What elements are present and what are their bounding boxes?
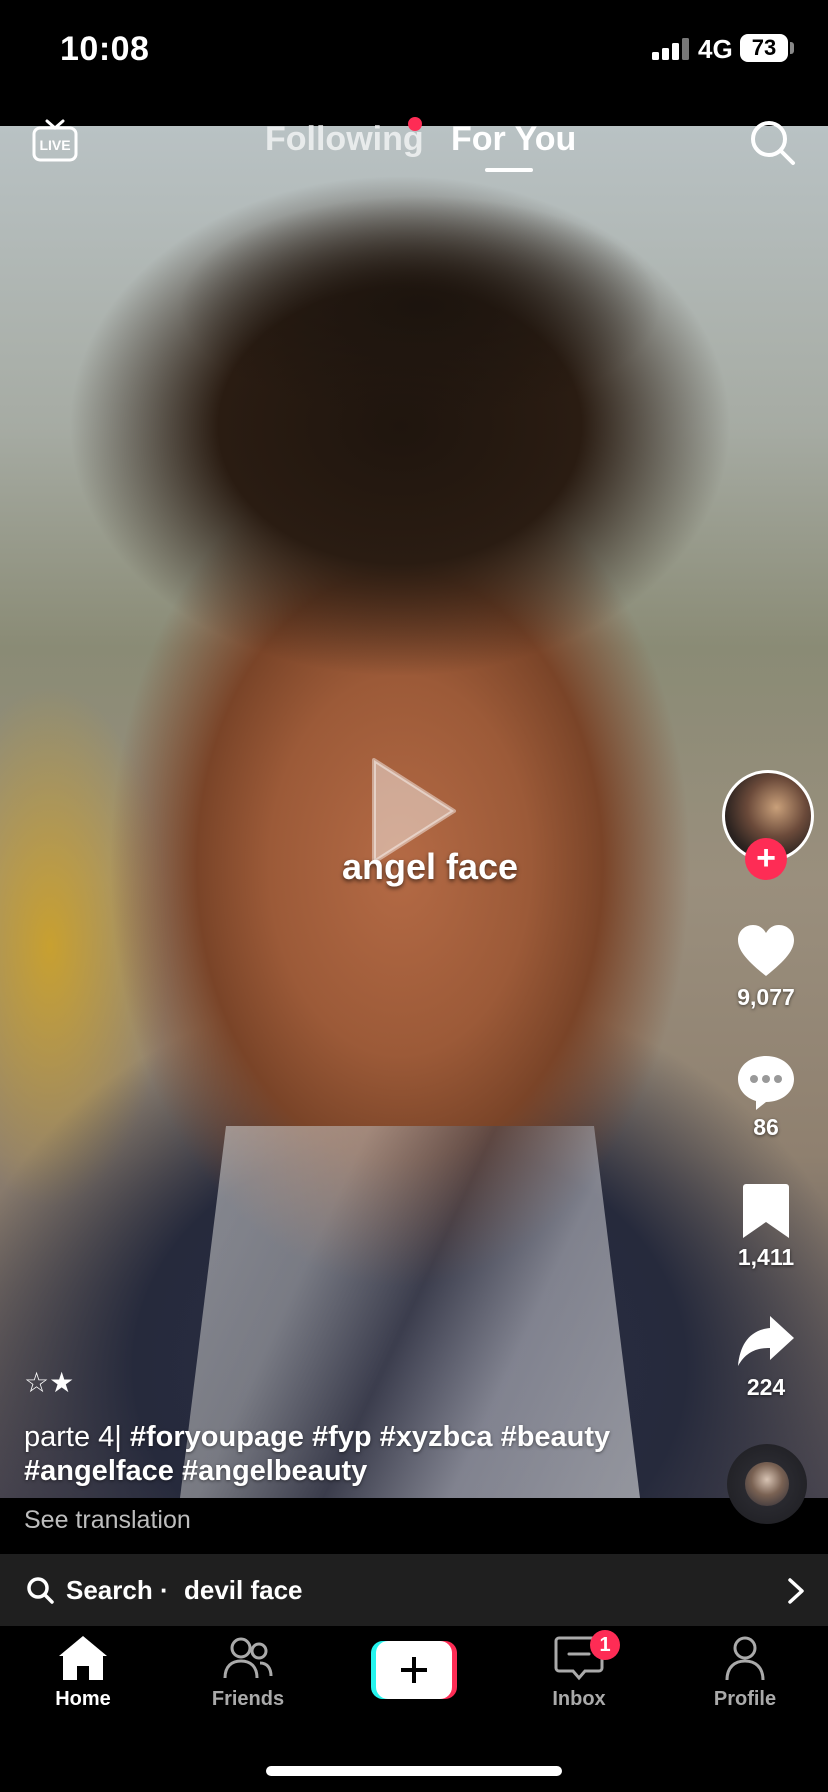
inbox-badge: 1 xyxy=(590,1630,620,1660)
tab-friends[interactable]: Friends xyxy=(188,1634,308,1711)
post-caption[interactable]: parte 4| #foryoupage #fyp #xyzbca #beaut… xyxy=(24,1420,644,1488)
video-overlay-text: angel face xyxy=(341,846,519,887)
like-count: 9,077 xyxy=(737,984,795,1010)
home-icon xyxy=(59,1636,107,1680)
caption-text: parte 4| xyxy=(24,1421,130,1453)
tab-inbox[interactable]: Inbox xyxy=(519,1634,639,1711)
svg-text:LIVE: LIVE xyxy=(39,137,70,153)
search-suggestion-label: Search · xyxy=(66,1575,169,1605)
friends-icon xyxy=(223,1637,273,1679)
battery-indicator: 73 xyxy=(740,34,788,62)
tab-profile[interactable]: Profile xyxy=(685,1634,805,1711)
tab-following[interactable]: Following xyxy=(265,120,424,159)
see-translation-link[interactable]: See translation xyxy=(24,1506,191,1535)
share-count: 224 xyxy=(746,1374,786,1400)
create-post-button[interactable] xyxy=(371,1641,457,1699)
home-indicator xyxy=(266,1766,562,1776)
battery-nub xyxy=(790,42,794,54)
following-notification-dot xyxy=(408,117,422,131)
search-icon[interactable] xyxy=(748,118,796,166)
profile-icon xyxy=(725,1636,765,1681)
search-icon xyxy=(27,1577,54,1604)
signal-icon xyxy=(652,38,689,60)
status-time: 10:08 xyxy=(60,30,150,68)
comment-count: 86 xyxy=(753,1114,779,1140)
music-disc-art xyxy=(745,1462,789,1506)
tab-for-you[interactable]: For You xyxy=(451,120,576,159)
tab-friends-label: Friends xyxy=(211,1688,285,1710)
comment-icon[interactable] xyxy=(736,1052,796,1112)
caption-stars: ☆★ xyxy=(24,1367,75,1398)
tab-home[interactable]: Home xyxy=(23,1634,143,1711)
search-suggestion-query: devil face xyxy=(184,1575,303,1605)
tab-home-label: Home xyxy=(55,1688,111,1710)
follow-plus-button[interactable]: + xyxy=(745,838,787,880)
bookmark-icon[interactable] xyxy=(736,1182,796,1242)
heart-icon[interactable] xyxy=(736,922,796,982)
active-tab-underline xyxy=(485,168,533,172)
tab-inbox-label: Inbox xyxy=(552,1688,606,1710)
network-type: 4G xyxy=(698,34,733,64)
live-icon[interactable]: LIVE xyxy=(32,118,78,162)
chevron-right-icon xyxy=(788,1578,804,1604)
share-icon[interactable] xyxy=(736,1312,796,1372)
tab-profile-label: Profile xyxy=(713,1688,777,1710)
save-count: 1,411 xyxy=(737,1244,795,1270)
